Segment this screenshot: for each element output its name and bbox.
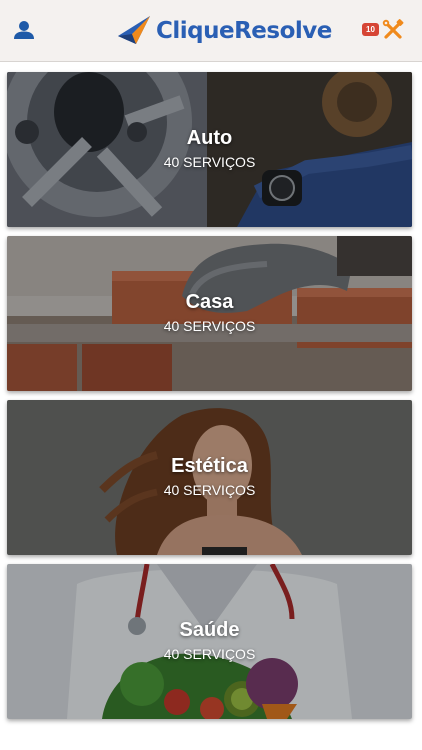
brand-logo: CliqueResolve xyxy=(116,12,332,50)
category-service-count: 40 SERVIÇOS xyxy=(163,318,256,334)
app-screen: CliqueResolve 10 Auto 40 SERVIÇOS Casa 4… xyxy=(0,0,422,750)
user-profile-button[interactable] xyxy=(10,16,38,44)
category-card-casa[interactable]: Casa 40 SERVIÇOS xyxy=(7,236,412,391)
services-tools-button[interactable]: 10 xyxy=(362,17,406,43)
paper-plane-logo-icon xyxy=(118,16,150,44)
category-service-count: 40 SERVIÇOS xyxy=(163,646,256,662)
category-title: Casa xyxy=(185,291,234,313)
category-list: Auto 40 SERVIÇOS Casa 40 SERVIÇOS Estéti… xyxy=(0,62,422,750)
category-title: Saúde xyxy=(179,619,240,641)
wrench-screwdriver-icon xyxy=(382,19,404,39)
category-service-count: 40 SERVIÇOS xyxy=(163,154,256,170)
category-card-saude[interactable]: Saúde 40 SERVIÇOS xyxy=(7,564,412,719)
brand-name: CliqueResolve xyxy=(156,18,332,44)
app-header: CliqueResolve 10 xyxy=(0,0,422,62)
category-title: Estética xyxy=(171,455,248,477)
category-card-estetica[interactable]: Estética 40 SERVIÇOS xyxy=(7,400,412,555)
user-icon xyxy=(14,21,34,39)
notification-badge: 10 xyxy=(362,23,379,36)
category-card-auto[interactable]: Auto 40 SERVIÇOS xyxy=(7,72,412,227)
category-service-count: 40 SERVIÇOS xyxy=(163,482,256,498)
category-title: Auto xyxy=(186,127,233,149)
